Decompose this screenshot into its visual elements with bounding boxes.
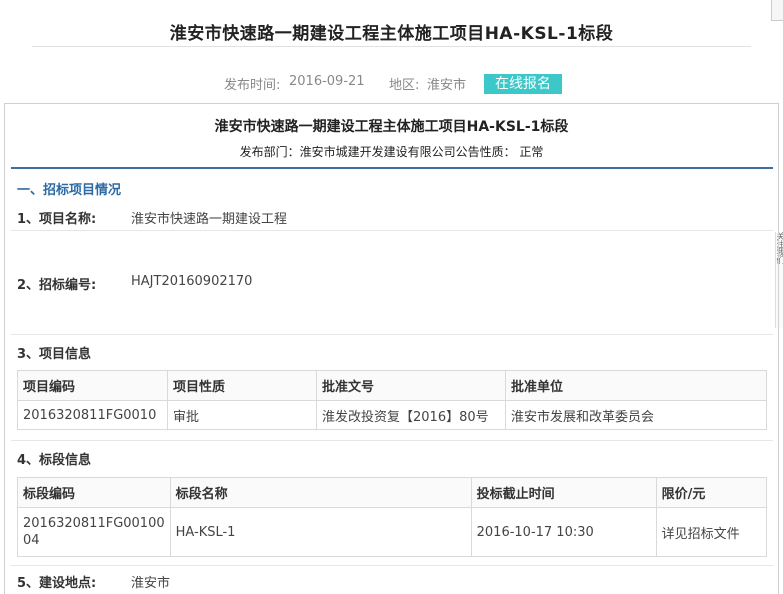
approval-number: 淮发改投资复【2016】80号 bbox=[316, 400, 506, 430]
price-limit: 详见招标文件 bbox=[655, 507, 768, 557]
col-header: 限价/元 bbox=[655, 477, 768, 508]
location-value: 淮安市 bbox=[131, 576, 171, 591]
section-code: 2016320811FG00100 04 bbox=[17, 507, 171, 557]
section-code-line2: 04 bbox=[23, 533, 40, 548]
page-title: 淮安市快速路一期建设工程主体施工项目HA-KSL-1标段 bbox=[169, 24, 614, 44]
online-apply-button[interactable]: 在线报名 bbox=[484, 74, 562, 94]
bid-number-value: HAJT20160902170 bbox=[131, 274, 253, 289]
bid-deadline: 2016-10-17 10:30 bbox=[470, 507, 657, 557]
notice-divider bbox=[11, 167, 773, 169]
col-header: 项目编码 bbox=[17, 370, 168, 401]
bid-number-label: 2、招标编号: bbox=[17, 278, 97, 293]
row-divider bbox=[11, 440, 773, 441]
section-info-table: 标段编码 标段名称 投标截止时间 限价/元 2016320811FG00100 0… bbox=[17, 477, 768, 557]
project-code: 2016320811FG0010 bbox=[17, 400, 168, 430]
region-value: 淮安市 bbox=[427, 78, 467, 93]
notice-dept-line: 发布部门：淮安市城建开发建设有限公司公告性质： 正常 bbox=[239, 145, 544, 159]
row-divider bbox=[11, 230, 773, 231]
region-label: 地区: bbox=[389, 78, 420, 93]
col-header: 批准单位 bbox=[505, 370, 767, 401]
title-divider bbox=[32, 46, 751, 47]
window-corner-box bbox=[771, 0, 783, 21]
col-header: 标段编码 bbox=[17, 477, 171, 508]
section-heading: 一、招标项目情况 bbox=[17, 183, 122, 198]
col-header: 投标截止时间 bbox=[470, 477, 657, 508]
project-name-label: 1、项目名称: bbox=[17, 212, 97, 227]
col-header: 项目性质 bbox=[167, 370, 317, 401]
row-divider bbox=[11, 565, 773, 566]
publish-label: 发布时间: bbox=[224, 78, 281, 93]
table-header-row: 标段编码 标段名称 投标截止时间 限价/元 bbox=[17, 477, 768, 508]
publish-date: 2016-09-21 bbox=[289, 74, 365, 89]
approval-unit: 淮安市发展和改革委员会 bbox=[505, 400, 767, 430]
section-info-label: 4、标段信息 bbox=[17, 453, 92, 468]
table-header-row: 项目编码 项目性质 批准文号 批准单位 bbox=[17, 370, 767, 401]
row-divider bbox=[11, 334, 773, 335]
table-row: 2016320811FG00100 04 HA-KSL-1 2016-10-17 … bbox=[17, 507, 768, 557]
project-info-label: 3、项目信息 bbox=[17, 347, 92, 362]
project-name-value: 淮安市快速路一期建设工程 bbox=[131, 212, 288, 227]
section-name: HA-KSL-1 bbox=[169, 507, 472, 557]
col-header: 批准文号 bbox=[316, 370, 506, 401]
project-nature: 审批 bbox=[167, 400, 317, 430]
col-header: 标段名称 bbox=[169, 477, 472, 508]
section-code-line1: 2016320811FG00100 bbox=[23, 516, 165, 531]
location-label: 5、建设地点: bbox=[17, 576, 97, 591]
table-row: 2016320811FG0010 审批 淮发改投资复【2016】80号 淮安市发… bbox=[17, 400, 767, 430]
project-info-table: 项目编码 项目性质 批准文号 批准单位 2016320811FG0010 审批 … bbox=[17, 370, 767, 430]
notice-title: 淮安市快速路一期建设工程主体施工项目HA-KSL-1标段 bbox=[214, 119, 569, 135]
notice-panel: 淮安市快速路一期建设工程主体施工项目HA-KSL-1标段 发布部门：淮安市城建开… bbox=[4, 103, 779, 594]
